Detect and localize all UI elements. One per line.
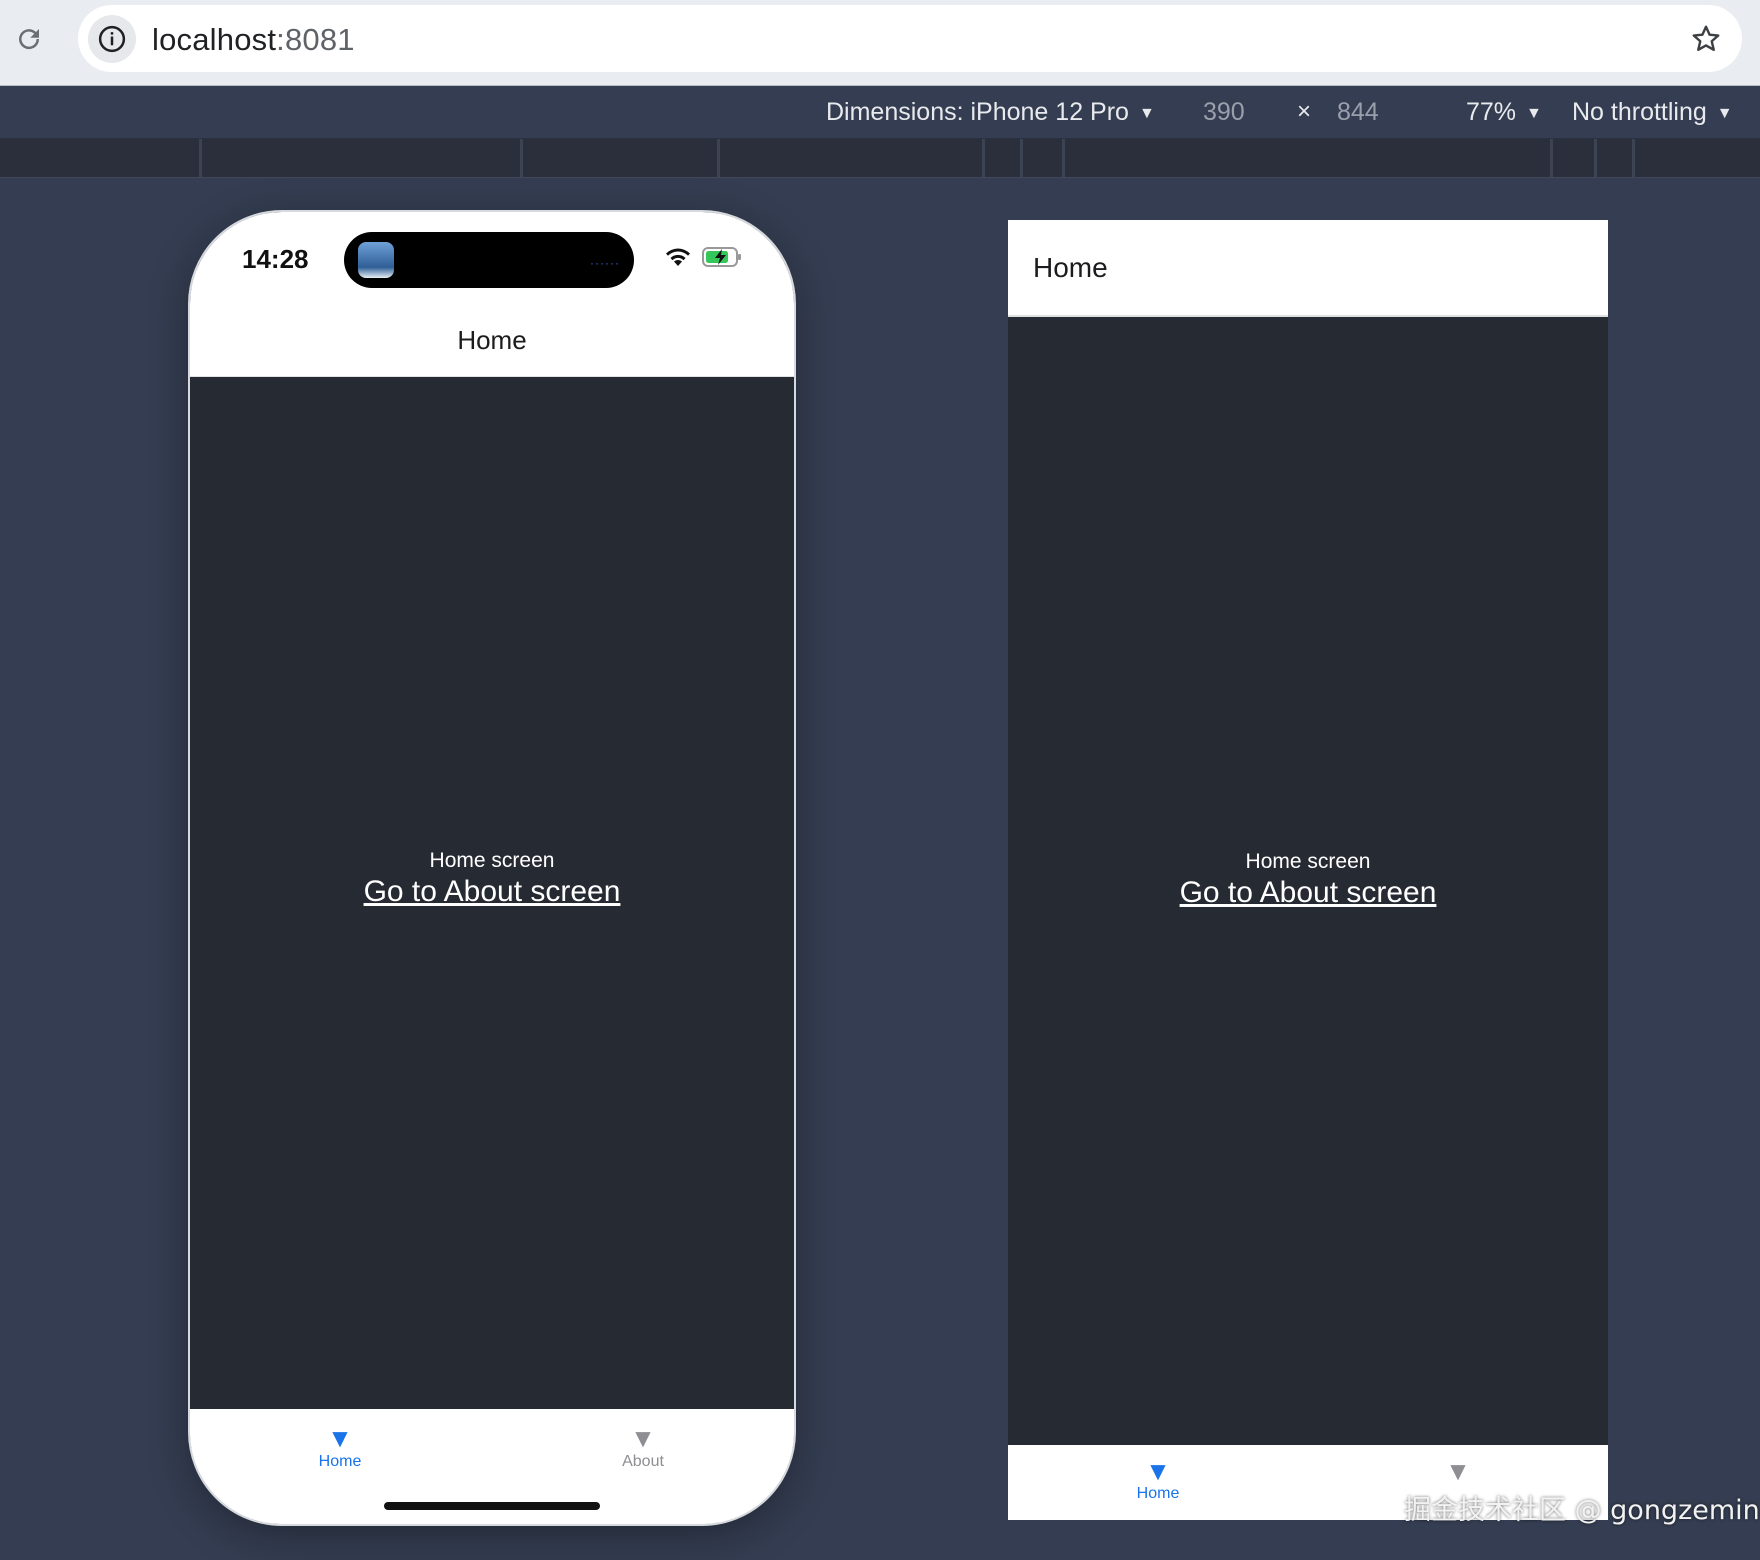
island-dots: ······ [590, 256, 620, 270]
wifi-icon [666, 248, 690, 266]
home-screen-label: Home screen [429, 849, 555, 872]
home-screen-block: Home screen Go to About screen [190, 849, 794, 909]
go-to-about-link[interactable]: Go to About screen [364, 875, 621, 909]
watermark: 掘金技术社区 @ gongzemin [1404, 1495, 1760, 1526]
zoom-label: 77% [1466, 98, 1517, 126]
status-icons [664, 246, 742, 268]
ruler-tick [1594, 139, 1597, 177]
info-icon [98, 25, 126, 53]
url-port: :8081 [276, 22, 355, 57]
web-header: Home [1008, 220, 1608, 317]
media-query-ruler[interactable] [0, 139, 1760, 178]
ruler-tick [1632, 139, 1635, 177]
address-bar[interactable]: localhost:8081 [78, 5, 1742, 72]
dynamic-island: ······ [344, 232, 634, 288]
web-about-tab-icon: ▼ [1445, 1456, 1471, 1486]
caret-down-icon: ▼ [1716, 105, 1733, 122]
tab-about[interactable]: ▼ About [573, 1423, 713, 1471]
reload-icon [19, 29, 40, 50]
status-time: 14:28 [242, 244, 309, 274]
web-home-screen-block: Home screen Go to About screen [1008, 850, 1608, 910]
star-icon [1692, 25, 1720, 51]
tab-home[interactable]: ▼ Home [270, 1423, 410, 1471]
about-tab-icon: ▼ [630, 1423, 656, 1453]
reload-button[interactable] [8, 18, 50, 60]
bookmark-button[interactable] [1686, 19, 1726, 59]
app-thumbnail-icon [358, 242, 394, 278]
ruler-tick [520, 139, 523, 177]
device-select[interactable]: Dimensions: iPhone 12 Pro ▼ [826, 98, 1155, 127]
device-toolbar: Dimensions: iPhone 12 Pro ▼ 390 × 844 77%… [0, 86, 1760, 139]
width-input[interactable]: 390 [1203, 98, 1245, 127]
web-tab-home-label: Home [1136, 1485, 1180, 1502]
web-tab-home[interactable]: ▼ Home [1088, 1457, 1228, 1503]
site-info-button[interactable] [88, 15, 136, 63]
ruler-tick [1062, 139, 1065, 177]
home-tab-icon: ▼ [327, 1423, 353, 1453]
web-home-tab-icon: ▼ [1145, 1456, 1171, 1486]
home-indicator [384, 1502, 600, 1510]
web-preview: Home Home screen Go to About screen ▼ Ho… [1008, 220, 1608, 1520]
web-home-screen-label: Home screen [1245, 850, 1371, 873]
phone-content: Home screen Go to About screen [190, 377, 794, 1409]
ruler-tick [1550, 139, 1553, 177]
times-icon: × [1297, 98, 1312, 125]
caret-down-icon: ▼ [1138, 105, 1155, 122]
zoom-select[interactable]: 77% ▼ [1466, 98, 1542, 127]
ruler-tick [717, 139, 720, 177]
height-input[interactable]: 844 [1337, 98, 1379, 127]
ruler-tick [1020, 139, 1023, 177]
phone-tab-bar: ▼ Home ▼ About [190, 1409, 794, 1524]
web-go-to-about-link[interactable]: Go to About screen [1180, 876, 1437, 910]
phone-header-title: Home [190, 304, 794, 377]
tab-about-label: About [622, 1453, 664, 1470]
ruler-tick [982, 139, 985, 177]
battery-charging-icon [702, 247, 741, 267]
web-header-title: Home [1033, 252, 1108, 283]
browser-top-bar: localhost:8081 [0, 0, 1760, 86]
throttling-label: No throttling [1572, 98, 1707, 126]
phone-frame: 14:28 ······ Home Home screen Go to Abou… [188, 210, 796, 1526]
device-select-label: Dimensions: iPhone 12 Pro [826, 98, 1129, 126]
caret-down-icon: ▼ [1526, 105, 1542, 122]
throttling-select[interactable]: No throttling ▼ [1572, 98, 1733, 127]
url-text[interactable]: localhost:8081 [152, 22, 355, 58]
ruler-tick [199, 139, 202, 177]
tab-home-label: Home [318, 1453, 362, 1470]
web-tab-about[interactable]: ▼ [1388, 1457, 1528, 1485]
url-host: localhost [152, 22, 277, 57]
